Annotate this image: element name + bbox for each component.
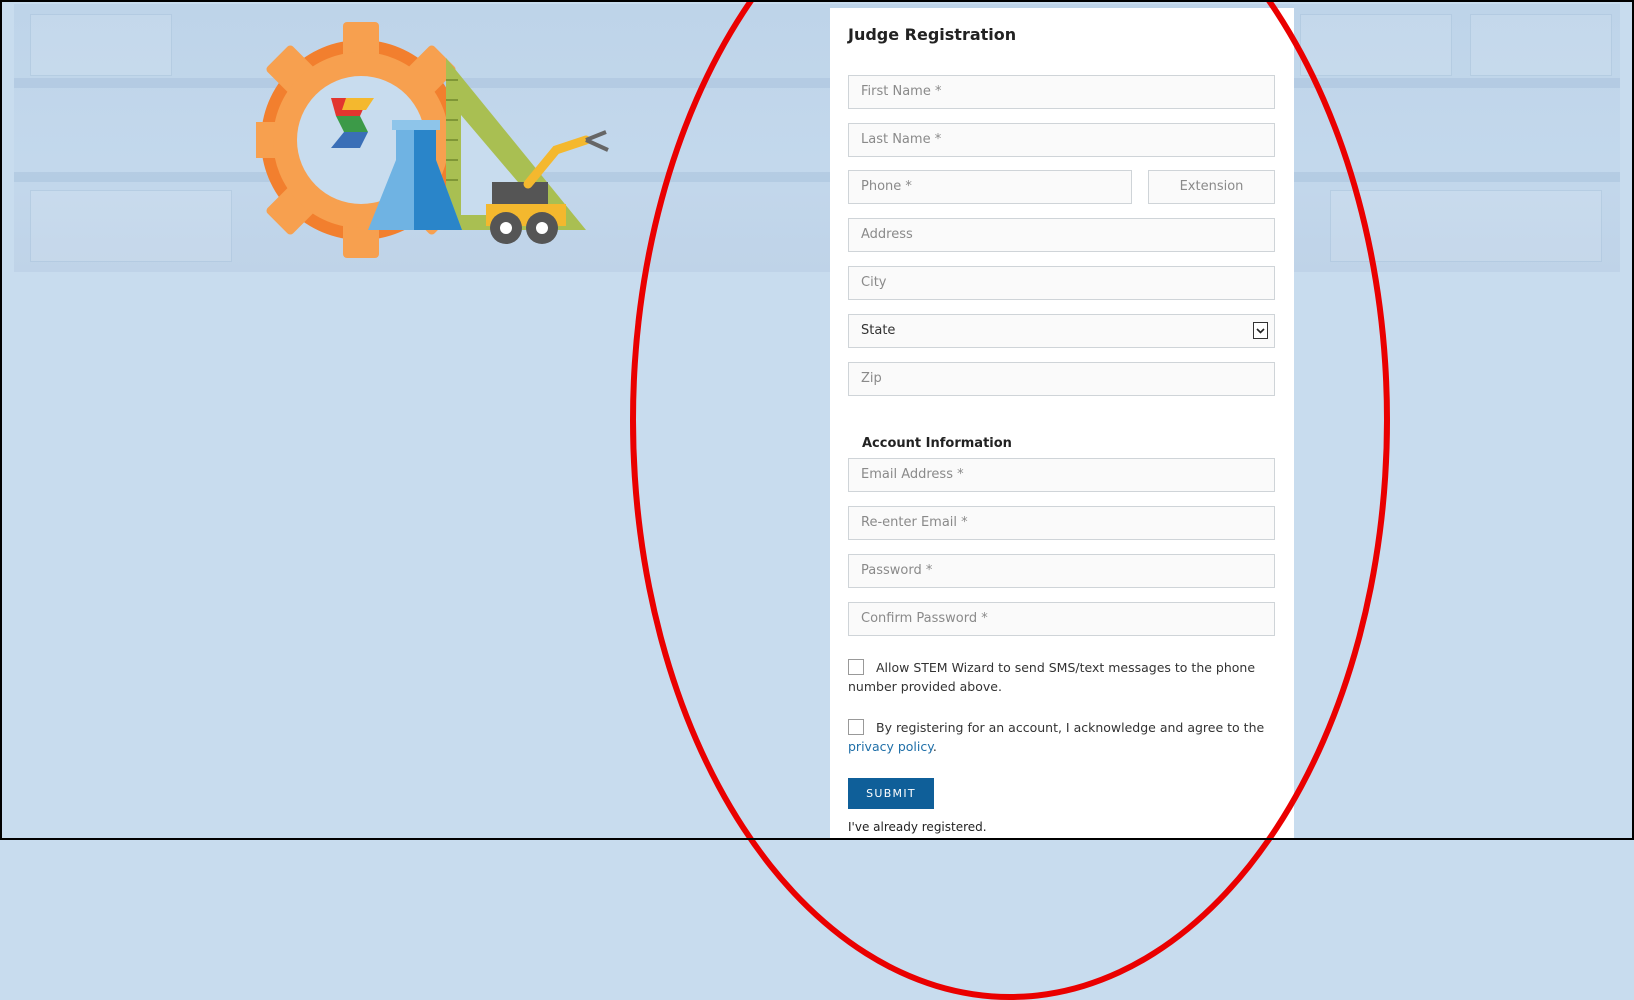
first-name-input[interactable]: First Name * <box>848 75 1275 109</box>
address-placeholder: Address <box>861 227 913 242</box>
privacy-consent-label: By registering for an account, I acknowl… <box>876 720 1265 735</box>
confirm-password-input[interactable]: Confirm Password * <box>848 602 1275 636</box>
submit-button[interactable]: SUBMIT <box>848 778 934 809</box>
sms-consent-row: Allow STEM Wizard to send SMS/text messa… <box>848 658 1278 696</box>
extension-input[interactable]: Extension <box>1148 170 1275 204</box>
extension-placeholder: Extension <box>1179 179 1244 194</box>
chevron-down-icon[interactable] <box>1253 322 1268 339</box>
stem-wizard-logo <box>256 22 609 258</box>
phone-input[interactable]: Phone * <box>848 170 1132 204</box>
phone-placeholder: Phone * <box>861 179 912 194</box>
state-select[interactable]: State <box>848 314 1275 348</box>
email-placeholder: Email Address * <box>861 467 964 482</box>
background-cabinet <box>30 190 232 262</box>
privacy-consent-checkbox[interactable] <box>848 719 864 735</box>
sms-consent-checkbox[interactable] <box>848 659 864 675</box>
password-input[interactable]: Password * <box>848 554 1275 588</box>
privacy-consent-suffix: . <box>932 739 937 754</box>
privacy-policy-link[interactable]: privacy policy <box>848 739 933 754</box>
email-input[interactable]: Email Address * <box>848 458 1275 492</box>
background-shelf <box>14 78 1620 88</box>
sms-consent-label: Allow STEM Wizard to send SMS/text messa… <box>848 660 1256 694</box>
zip-input[interactable]: Zip <box>848 362 1275 396</box>
zip-placeholder: Zip <box>861 371 882 386</box>
account-information-heading: Account Information <box>862 436 1012 451</box>
background-cabinet <box>1470 14 1612 76</box>
background-shelf <box>14 172 1620 182</box>
form-title: Judge Registration <box>848 25 1017 44</box>
reenter-email-input[interactable]: Re-enter Email * <box>848 506 1275 540</box>
privacy-consent-row: By registering for an account, I acknowl… <box>848 718 1278 756</box>
confirm-password-placeholder: Confirm Password * <box>861 611 988 626</box>
address-input[interactable]: Address <box>848 218 1275 252</box>
last-name-placeholder: Last Name * <box>861 132 942 147</box>
password-placeholder: Password * <box>861 563 933 578</box>
background-cabinet <box>1300 14 1452 76</box>
last-name-input[interactable]: Last Name * <box>848 123 1275 157</box>
background-cabinet <box>30 14 172 76</box>
city-placeholder: City <box>861 275 887 290</box>
registration-form: Judge Registration First Name * Last Nam… <box>830 8 1294 840</box>
first-name-placeholder: First Name * <box>861 84 942 99</box>
reenter-email-placeholder: Re-enter Email * <box>861 515 968 530</box>
already-registered-text: I've already registered. <box>848 820 987 834</box>
city-input[interactable]: City <box>848 266 1275 300</box>
background-cabinet <box>1330 190 1602 262</box>
state-select-value: State <box>861 323 896 338</box>
